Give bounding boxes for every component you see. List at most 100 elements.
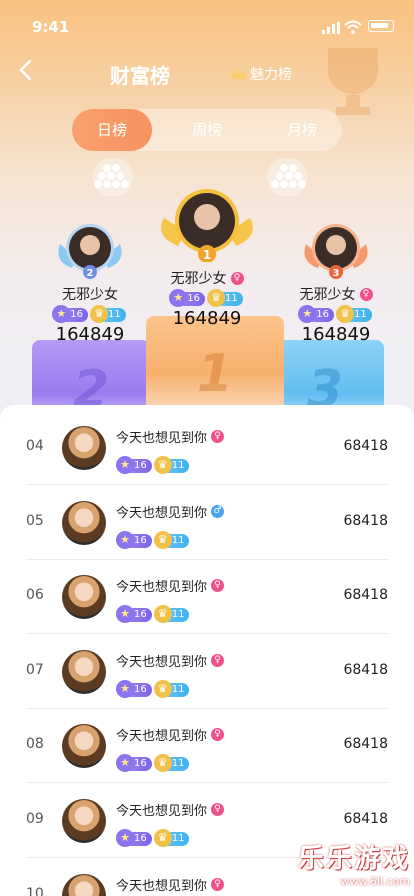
charm-ranking-link[interactable]: 魅力榜 [230, 64, 292, 84]
tab-day[interactable]: 日榜 [72, 109, 152, 151]
wealth-level-badge: ★ 16 [169, 289, 205, 307]
top1-user[interactable]: 1 无邪少女 ♀ ★ 16 ♛ 11 164849 [132, 188, 282, 329]
charm-level-badge: ♛ 11 [153, 531, 190, 549]
crown-small-icon: ♛ [153, 531, 172, 549]
watermark-title: 乐乐游戏 [297, 844, 410, 874]
site-watermark: 乐乐游戏 www.6ll.com [298, 838, 410, 888]
charm-level-badge: ♛ 11 [153, 605, 190, 623]
female-icon: ♀ [211, 579, 225, 592]
gold-wings-frame-icon: 1 [161, 189, 253, 262]
user-name: 今天也想见到你 [116, 804, 208, 819]
charm-level-badge: ♛ 11 [153, 829, 190, 847]
wealth-level-badge: ★ 16 [116, 605, 152, 623]
wealth-value: 68418 [343, 513, 388, 529]
crown-small-icon: ♛ [336, 305, 354, 323]
user-name: 今天也想见到你 [116, 879, 208, 894]
top2-name: 无邪少女 [62, 287, 118, 303]
charm-level-badge: ♛ 11 [153, 456, 190, 474]
female-icon: ♀ [359, 287, 373, 301]
page-title: 财富榜 [110, 64, 170, 88]
list-item[interactable]: 05 今天也想见到你 ♂ ★ 16 ♛ 11 68418 [26, 486, 388, 560]
star-icon: ★ [116, 531, 134, 549]
star-icon: ★ [52, 305, 71, 323]
status-bar: 9:41 [0, 0, 414, 44]
bronze-frame-icon: 3 [304, 224, 368, 279]
rank-3-badge: 3 [333, 268, 340, 279]
podium-first-number: 1 [196, 344, 234, 404]
crown-small-icon: ♛ [153, 680, 172, 698]
wealth-value: 68418 [343, 811, 388, 827]
crown-icon [231, 68, 245, 79]
crown-small-icon: ♛ [90, 305, 108, 323]
wealth-value: 68418 [343, 587, 388, 603]
star-icon: ★ [298, 305, 317, 323]
female-icon: ♀ [211, 654, 225, 667]
rank-number: 06 [26, 587, 44, 603]
chevron-left-icon [19, 59, 32, 81]
top3-user[interactable]: 3 无邪少女 ♀ ★ 16 ♛ 11 164849 [276, 222, 396, 345]
star-icon: ★ [116, 829, 134, 847]
star-icon: ★ [116, 680, 134, 698]
avatar [62, 724, 106, 768]
user-name: 今天也想见到你 [116, 431, 208, 446]
ranking-list: 04 今天也想见到你 ♀ ★ 16 ♛ 11 68418 05 今天也想见到你 ♂ ★ 16… [0, 405, 414, 896]
avatar [62, 575, 106, 619]
list-item[interactable]: 06 今天也想见到你 ♀ ★ 16 ♛ 11 68418 [26, 560, 388, 634]
charm-level-badge: ♛ 11 [336, 305, 372, 323]
wealth-level-badge: ★ 16 [116, 456, 152, 474]
star-icon: ★ [169, 289, 188, 307]
star-icon: ★ [116, 605, 134, 623]
silver-frame-icon: 2 [58, 224, 122, 279]
female-icon: ♀ [211, 430, 225, 443]
rank-number: 08 [26, 736, 44, 752]
wealth-level-badge: ★ 16 [116, 754, 152, 772]
crown-small-icon: ♛ [207, 289, 225, 307]
crown-small-icon: ♛ [153, 754, 172, 772]
top1-score: 164849 [172, 308, 242, 329]
list-item[interactable]: 08 今天也想见到你 ♀ ★ 16 ♛ 11 68418 [26, 709, 388, 783]
top1-name: 无邪少女 [170, 271, 227, 287]
avatar [62, 874, 106, 896]
wifi-icon [344, 20, 362, 34]
watermark-url: www.6ll.com [340, 875, 410, 888]
charm-level-badge: ♛ 11 [153, 680, 190, 698]
avatar [62, 799, 106, 843]
wealth-value: 68418 [343, 662, 388, 678]
avatar [62, 650, 106, 694]
star-icon: ★ [116, 754, 134, 772]
rank-number: 09 [26, 811, 44, 827]
tab-month[interactable]: 月榜 [262, 109, 342, 151]
female-icon: ♀ [211, 803, 225, 816]
wealth-level-badge: ★ 16 [52, 305, 88, 323]
crown-small-icon: ♛ [153, 605, 172, 623]
top2-user[interactable]: 2 无邪少女 ★ 16 ♛ 11 164849 [30, 222, 150, 345]
top3-name: 无邪少女 [299, 287, 356, 303]
user-name: 今天也想见到你 [116, 655, 208, 670]
wealth-level-badge: ★ 16 [116, 680, 152, 698]
period-tabs: 日榜 周榜 月榜 [72, 109, 342, 151]
list-item[interactable]: 07 今天也想见到你 ♀ ★ 16 ♛ 11 68418 [26, 635, 388, 709]
list-item[interactable]: 04 今天也想见到你 ♀ ★ 16 ♛ 11 68418 [26, 411, 388, 485]
rank-number: 10 [26, 886, 44, 896]
rank-1-badge: 1 [203, 248, 211, 262]
tab-week[interactable]: 周榜 [167, 109, 247, 151]
top2-score: 164849 [55, 324, 125, 345]
charm-level-badge: ♛ 11 [153, 754, 190, 772]
female-icon: ♀ [211, 728, 225, 741]
crown-small-icon: ♛ [153, 456, 172, 474]
rank-number: 05 [26, 513, 44, 529]
wealth-value: 68418 [343, 438, 388, 454]
charm-level-badge: ♛ 11 [90, 305, 126, 323]
wealth-level-badge: ★ 16 [116, 531, 152, 549]
back-button[interactable] [16, 58, 44, 86]
top3-score: 164849 [301, 324, 371, 345]
user-name: 今天也想见到你 [116, 580, 208, 595]
wealth-level-badge: ★ 16 [116, 829, 152, 847]
wealth-value: 68418 [343, 736, 388, 752]
avatar [62, 501, 106, 545]
star-icon: ★ [116, 456, 134, 474]
female-icon: ♀ [211, 878, 225, 891]
trophy-watermark-icon [328, 48, 378, 115]
battery-icon [368, 20, 394, 32]
avatar [62, 426, 106, 470]
